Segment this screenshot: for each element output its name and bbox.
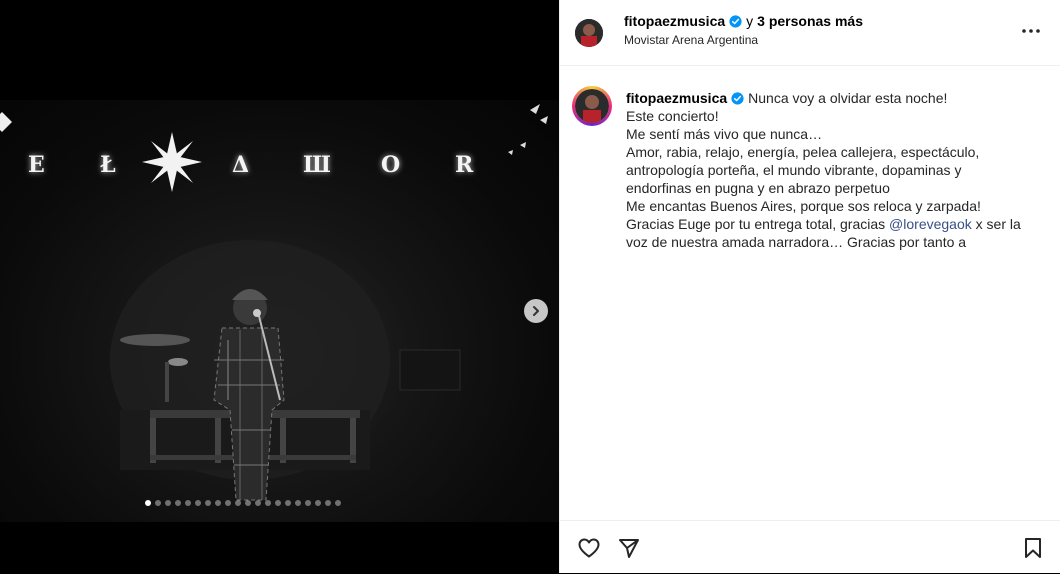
carousel-dot: [185, 500, 191, 506]
sign-letter: Ł: [100, 152, 118, 178]
carousel-dot: [215, 500, 221, 506]
carousel-dot: [235, 500, 241, 506]
verified-badge-icon: [731, 91, 744, 105]
carousel-dot: [225, 500, 231, 506]
like-button[interactable]: [577, 536, 601, 560]
carousel-dot: [335, 500, 341, 506]
caption-avatar[interactable]: [572, 86, 612, 126]
carousel-dot: [325, 500, 331, 506]
caption-text: x ser la: [975, 216, 1021, 232]
concert-photo: E Ł Δ Ш O R: [0, 100, 559, 522]
caption-text: endorfinas en pugna y en abrazo perpetuo: [626, 180, 890, 196]
avatar: [575, 89, 609, 123]
caption-text: antropología porteña, el mundo vibrante,…: [626, 162, 962, 178]
caption-text: Me sentí más vivo que nunca…: [626, 126, 823, 142]
caption-first-line: fitopaezmusica Nunca voy a olvidar esta …: [626, 89, 1046, 107]
share-button[interactable]: [617, 536, 641, 560]
carousel-dot: [295, 500, 301, 506]
caption-text: Amor, rabia, relajo, energía, pelea call…: [626, 144, 980, 160]
caption-text: Gracias Euge por tu entrega total, graci…: [626, 216, 886, 232]
carousel-dot: [245, 500, 251, 506]
avatar-image: [575, 89, 609, 123]
carousel-dot: [155, 500, 161, 506]
more-horizontal-icon: [1022, 29, 1040, 33]
chevron-right-icon: [533, 306, 539, 316]
bookmark-icon: [1025, 538, 1041, 558]
sign-letter: R: [455, 152, 476, 178]
post-author-line: fitopaezmusica y 3 personas más: [624, 13, 863, 29]
post-media: E Ł Δ Ш O R: [0, 0, 559, 573]
author-username[interactable]: fitopaezmusica: [624, 13, 725, 29]
carousel-dot: [305, 500, 311, 506]
sign-letter: E: [28, 152, 47, 178]
caption-username[interactable]: fitopaezmusica: [626, 89, 727, 107]
post-location[interactable]: Movistar Arena Argentina: [624, 33, 758, 47]
sign-letter: Δ: [232, 152, 252, 178]
carousel-dot: [195, 500, 201, 506]
post-caption: fitopaezmusica Nunca voy a olvidar esta …: [626, 89, 1046, 251]
caption-text: voz de nuestra amada narradora… Gracias …: [626, 234, 967, 250]
carousel-indicators: [145, 500, 341, 506]
carousel-dot: [285, 500, 291, 506]
avatar[interactable]: [575, 19, 603, 47]
mention-link[interactable]: @lorevegaok: [889, 216, 972, 232]
collaborators-link[interactable]: 3 personas más: [757, 13, 863, 29]
carousel-dot: [165, 500, 171, 506]
heart-icon: [578, 538, 600, 558]
caption-text: Me encantas Buenos Aires, porque sos rel…: [626, 198, 981, 214]
carousel-dot: [145, 500, 151, 506]
carousel-dot: [205, 500, 211, 506]
post-actions: [560, 520, 1060, 574]
post-sidebar: fitopaezmusica y 3 personas más Movistar…: [559, 0, 1060, 573]
collab-conjunction: y: [746, 13, 754, 29]
sign-letter: O: [381, 152, 403, 178]
carousel-dot: [255, 500, 261, 506]
save-button[interactable]: [1021, 536, 1045, 560]
carousel-dot: [175, 500, 181, 506]
avatar-image: [575, 19, 603, 47]
more-options-button[interactable]: [1021, 21, 1041, 41]
carousel-dot: [275, 500, 281, 506]
next-slide-button[interactable]: [524, 299, 548, 323]
send-icon: [619, 539, 639, 558]
sign-letter: Ш: [303, 152, 333, 178]
caption-text: Este concierto!: [626, 108, 719, 124]
caption-text: Nunca voy a olvidar esta noche!: [748, 90, 948, 106]
caption-mention-line: Gracias Euge por tu entrega total, graci…: [626, 215, 1046, 233]
verified-badge-icon: [729, 14, 742, 28]
post-header: fitopaezmusica y 3 personas más Movistar…: [560, 0, 1060, 66]
carousel-dot: [265, 500, 271, 506]
carousel-dot: [315, 500, 321, 506]
